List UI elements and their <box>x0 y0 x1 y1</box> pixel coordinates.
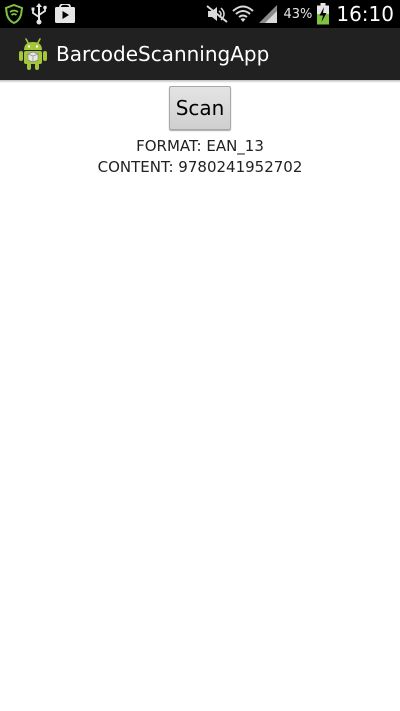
signal-icon <box>259 5 278 23</box>
clock: 16:10 <box>336 2 394 26</box>
scan-button[interactable]: Scan <box>169 86 231 130</box>
battery-percent: 43% <box>283 6 313 22</box>
usb-icon <box>31 3 47 25</box>
screen: 43% 16:10 BarcodeScanningApp Scan FORMAT… <box>0 0 400 711</box>
mute-icon <box>206 5 229 23</box>
shield-icon <box>4 4 24 24</box>
main-content: Scan FORMAT: EAN_13 CONTENT: 97802419527… <box>0 84 400 178</box>
content-text: CONTENT: 9780241952702 <box>97 158 303 176</box>
format-text: FORMAT: EAN_13 <box>136 137 264 155</box>
app-title: BarcodeScanningApp <box>56 42 270 66</box>
action-bar: BarcodeScanningApp <box>0 28 400 80</box>
android-icon[interactable] <box>16 37 50 71</box>
play-store-icon <box>55 4 75 23</box>
battery-charging-icon <box>317 3 330 25</box>
status-bar-system[interactable]: 43% 16:10 <box>206 2 394 26</box>
wifi-icon <box>232 5 255 22</box>
status-bar-notifications[interactable] <box>4 3 76 25</box>
status-bar: 43% 16:10 <box>0 0 400 28</box>
action-bar-divider <box>0 80 400 83</box>
